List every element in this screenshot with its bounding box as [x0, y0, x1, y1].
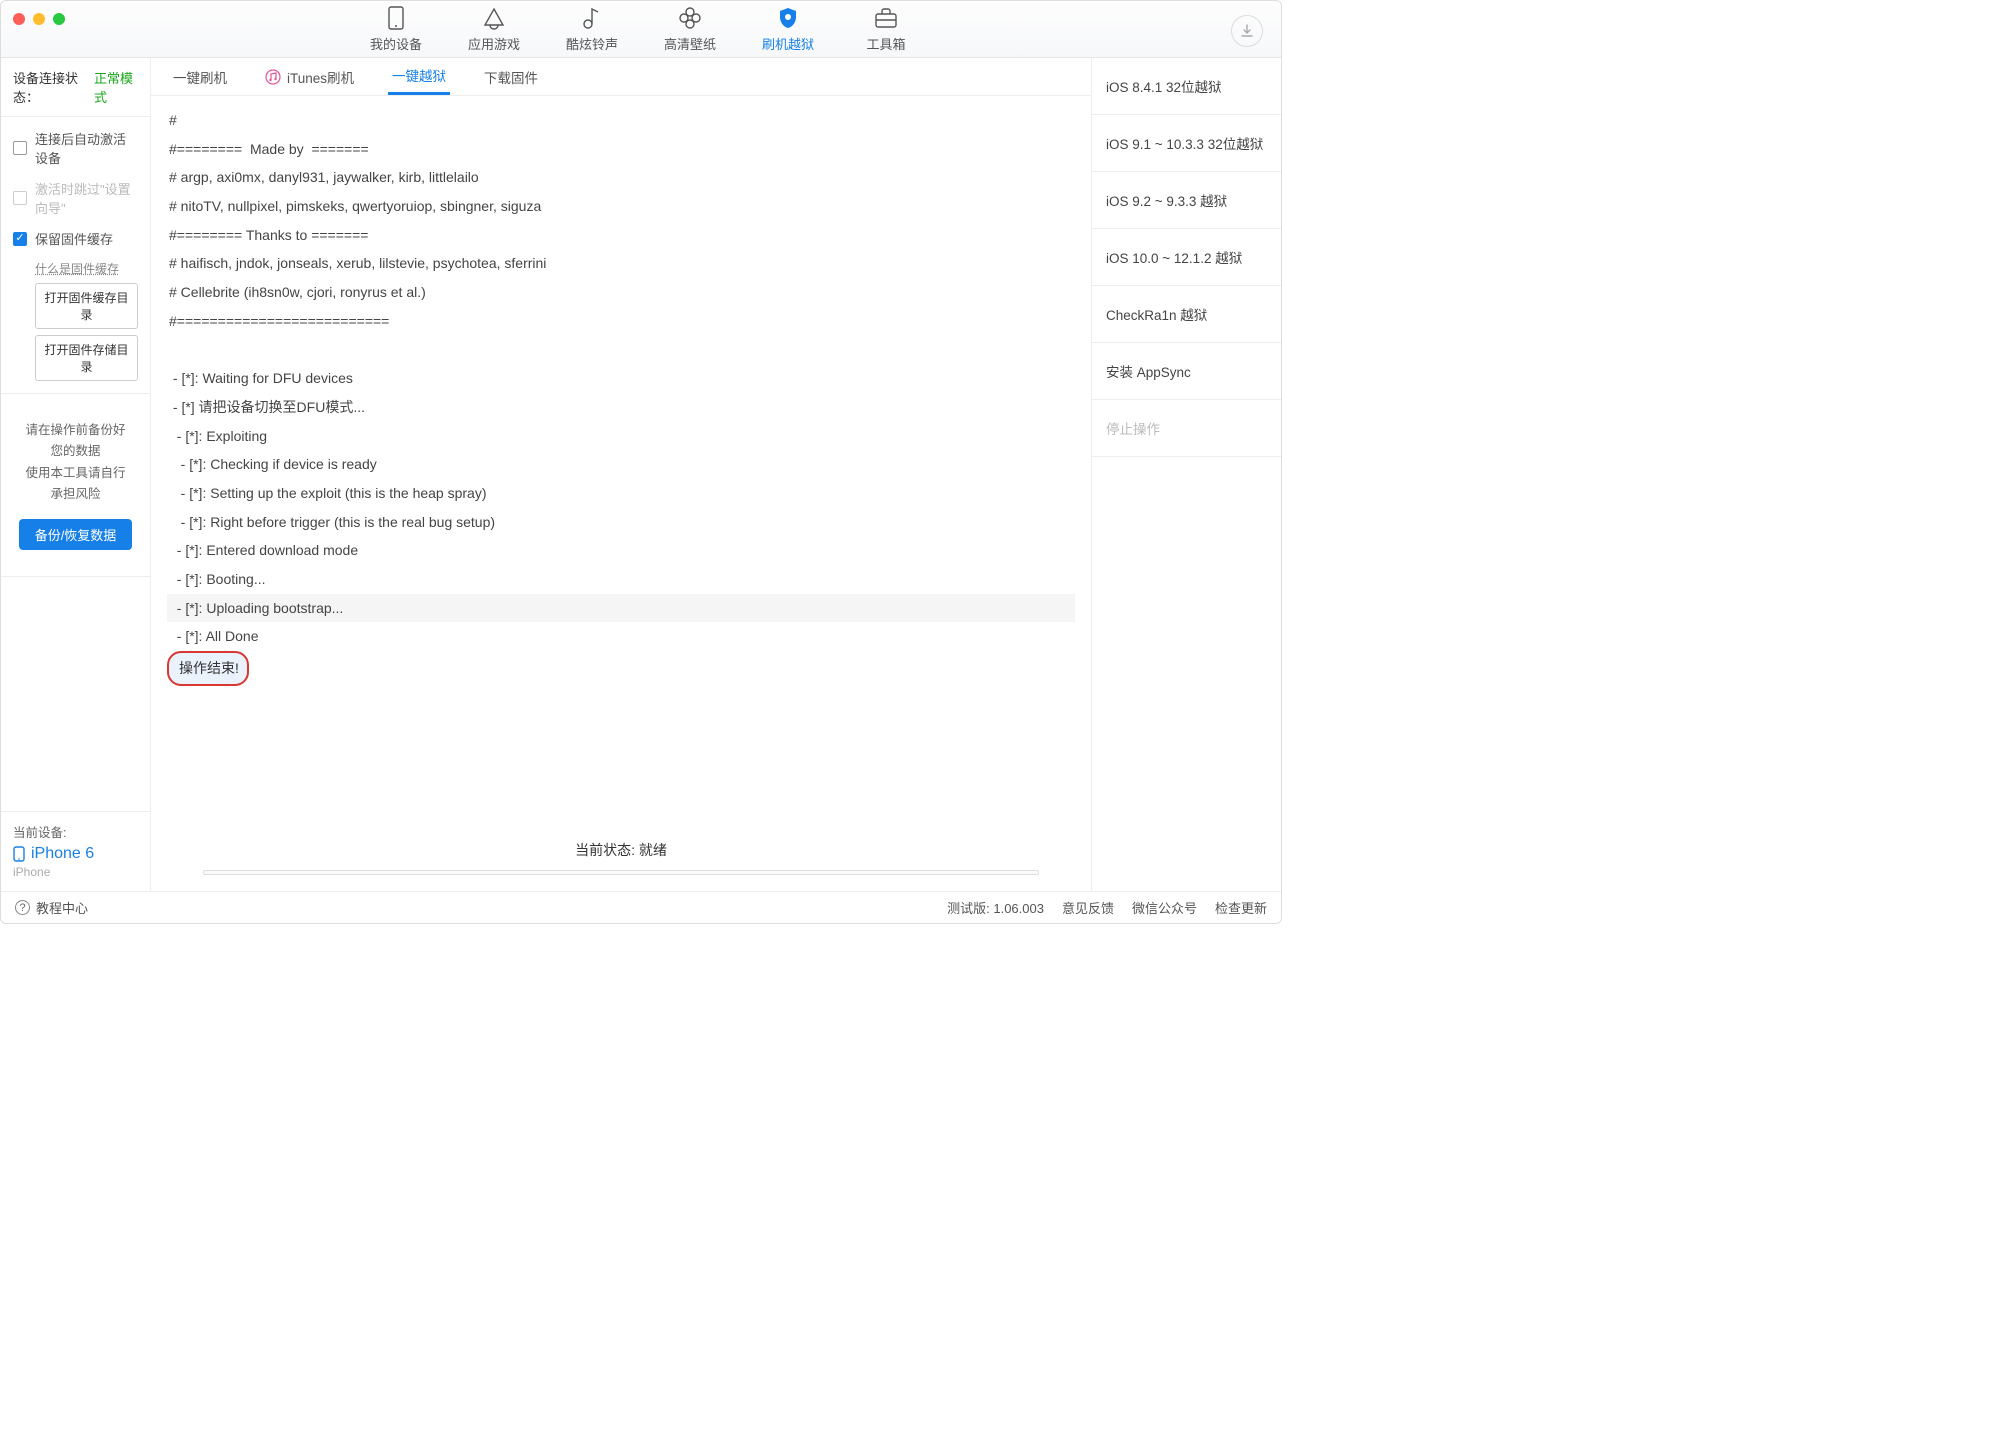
body: 设备连接状态： 正常模式 连接后自动激活设备激活时跳过"设置向导" ✓保留固件缓存… — [1, 58, 1281, 891]
option-checkbox-1: 激活时跳过"设置向导" — [13, 179, 138, 217]
main-tab-device[interactable]: 我的设备 — [366, 6, 426, 53]
status-bar: 当前状态: 就绪 — [151, 828, 1091, 891]
zoom-icon[interactable] — [53, 13, 65, 25]
log-line: # nitoTV, nullpixel, pimskeks, qwertyoru… — [167, 192, 1075, 221]
log-line: - [*]: Uploading bootstrap... — [167, 594, 1075, 623]
cache-help-link[interactable]: 什么是固件缓存 — [35, 260, 138, 277]
jailbreak-option-4[interactable]: CheckRa1n 越狱 — [1092, 286, 1281, 343]
log-line: - [*]: Exploiting — [167, 422, 1075, 451]
jailbreak-option-2[interactable]: iOS 9.2 ~ 9.3.3 越狱 — [1092, 172, 1281, 229]
checkbox-icon — [13, 191, 27, 205]
itunes-icon — [265, 69, 281, 85]
right-panel: iOS 8.4.1 32位越狱iOS 9.1 ~ 10.3.3 32位越狱iOS… — [1091, 58, 1281, 891]
log-line: - [*]: Entered download mode — [167, 536, 1075, 565]
main-tab-music[interactable]: 酷炫铃声 — [562, 6, 622, 53]
jailbreak-option-1[interactable]: iOS 9.1 ~ 10.3.3 32位越狱 — [1092, 115, 1281, 172]
version-label: 测试版: 1.06.003 — [947, 898, 1044, 917]
device-label: 当前设备: — [13, 822, 138, 841]
sub-tab-2[interactable]: 一键越狱 — [388, 58, 450, 95]
sidebar: 设备连接状态： 正常模式 连接后自动激活设备激活时跳过"设置向导" ✓保留固件缓存… — [1, 58, 151, 891]
option-checkbox-0[interactable]: 连接后自动激活设备 — [13, 129, 138, 167]
close-icon[interactable] — [13, 13, 25, 25]
log-line: - [*]: Right before trigger (this is the… — [167, 508, 1075, 537]
jailbreak-option-0[interactable]: iOS 8.4.1 32位越狱 — [1092, 58, 1281, 115]
tutorial-link[interactable]: ? 教程中心 — [15, 898, 88, 917]
options-section: 连接后自动激活设备激活时跳过"设置向导" ✓保留固件缓存什么是固件缓存打开固件缓存… — [1, 117, 150, 394]
footer: ? 教程中心 测试版: 1.06.003 意见反馈 微信公众号 检查更新 — [1, 891, 1281, 923]
status-label: 设备连接状态： — [13, 68, 90, 106]
log-output[interactable]: ##======== Made by =======# argp, axi0mx… — [151, 96, 1091, 828]
sub-tab-3[interactable]: 下载固件 — [480, 58, 542, 95]
apps-icon — [482, 6, 506, 30]
flower-icon — [678, 6, 702, 30]
connection-status: 设备连接状态： 正常模式 — [1, 58, 150, 117]
jailbreak-option-3[interactable]: iOS 10.0 ~ 12.1.2 越狱 — [1092, 229, 1281, 286]
feedback-link[interactable]: 意见反馈 — [1062, 898, 1114, 917]
log-line: # argp, axi0mx, danyl931, jaywalker, kir… — [167, 163, 1075, 192]
log-line: - [*]: Setting up the exploit (this is t… — [167, 479, 1075, 508]
log-line: - [*]: All Done — [167, 622, 1075, 651]
main-tabs: 我的设备应用游戏酷炫铃声高清壁纸刷机越狱工具箱 — [366, 1, 916, 57]
main-tab-apps[interactable]: 应用游戏 — [464, 6, 524, 53]
option-checkbox-2[interactable]: ✓保留固件缓存 — [13, 229, 138, 248]
log-line: 操作结束! — [167, 651, 249, 686]
downloads-button[interactable] — [1231, 15, 1263, 47]
log-line: # Cellebrite (ih8sn0w, cjori, ronyrus et… — [167, 278, 1075, 307]
device-name[interactable]: iPhone 6 — [13, 845, 138, 863]
minimize-icon[interactable] — [33, 13, 45, 25]
log-line: #======== Made by ======= — [167, 135, 1075, 164]
main-tab-shield[interactable]: 刷机越狱 — [758, 6, 818, 53]
status-label: 当前状态: — [575, 842, 635, 858]
app-window: 我的设备应用游戏酷炫铃声高清壁纸刷机越狱工具箱 设备连接状态： 正常模式 连接后… — [0, 0, 1282, 924]
log-line: - [*] 请把设备切换至DFU模式... — [167, 393, 1075, 422]
main-tab-toolbox[interactable]: 工具箱 — [856, 6, 916, 53]
open-store-dir-button[interactable]: 打开固件存储目录 — [35, 335, 138, 381]
phone-icon — [13, 846, 25, 862]
jailbreak-option-5[interactable]: 安装 AppSync — [1092, 343, 1281, 400]
device-icon — [386, 6, 406, 30]
log-line: # haifisch, jndok, jonseals, xerub, lils… — [167, 249, 1075, 278]
window-controls — [13, 13, 65, 25]
sub-tabs: 一键刷机 iTunes刷机一键越狱下载固件 — [151, 58, 1091, 96]
log-line — [167, 336, 1075, 365]
backup-note: 请在操作前备份好您的数据 使用本工具请自行承担风险 — [13, 406, 138, 513]
center-panel: 一键刷机 iTunes刷机一键越狱下载固件 ##======== Made by … — [151, 58, 1091, 891]
sub-tab-1[interactable]: iTunes刷机 — [261, 58, 358, 95]
status-value: 就绪 — [639, 842, 667, 858]
checkbox-icon — [13, 141, 27, 155]
wechat-link[interactable]: 微信公众号 — [1132, 898, 1197, 917]
log-line: - [*]: Waiting for DFU devices — [167, 364, 1075, 393]
progress-bar — [203, 870, 1038, 875]
log-line: - [*]: Booting... — [167, 565, 1075, 594]
log-line: #======== Thanks to ======= — [167, 221, 1075, 250]
backup-section: 请在操作前备份好您的数据 使用本工具请自行承担风险 备份/恢复数据 — [1, 394, 150, 577]
titlebar: 我的设备应用游戏酷炫铃声高清壁纸刷机越狱工具箱 — [1, 1, 1281, 58]
backup-restore-button[interactable]: 备份/恢复数据 — [19, 519, 133, 550]
toolbox-icon — [874, 6, 898, 30]
jailbreak-option-6: 停止操作 — [1092, 400, 1281, 457]
open-cache-dir-button[interactable]: 打开固件缓存目录 — [35, 283, 138, 329]
current-device: 当前设备: iPhone 6 iPhone — [1, 811, 150, 891]
device-type: iPhone — [13, 865, 138, 879]
status-value: 正常模式 — [94, 68, 138, 106]
check-update-link[interactable]: 检查更新 — [1215, 898, 1267, 917]
log-line: #========================== — [167, 307, 1075, 336]
main-tab-flower[interactable]: 高清壁纸 — [660, 6, 720, 53]
log-line: - [*]: Checking if device is ready — [167, 450, 1075, 479]
help-icon: ? — [15, 900, 30, 915]
checkbox-icon: ✓ — [13, 232, 27, 246]
music-icon — [581, 6, 603, 30]
log-line: # — [167, 106, 1075, 135]
sub-tab-0[interactable]: 一键刷机 — [169, 58, 231, 95]
shield-icon — [777, 6, 799, 30]
